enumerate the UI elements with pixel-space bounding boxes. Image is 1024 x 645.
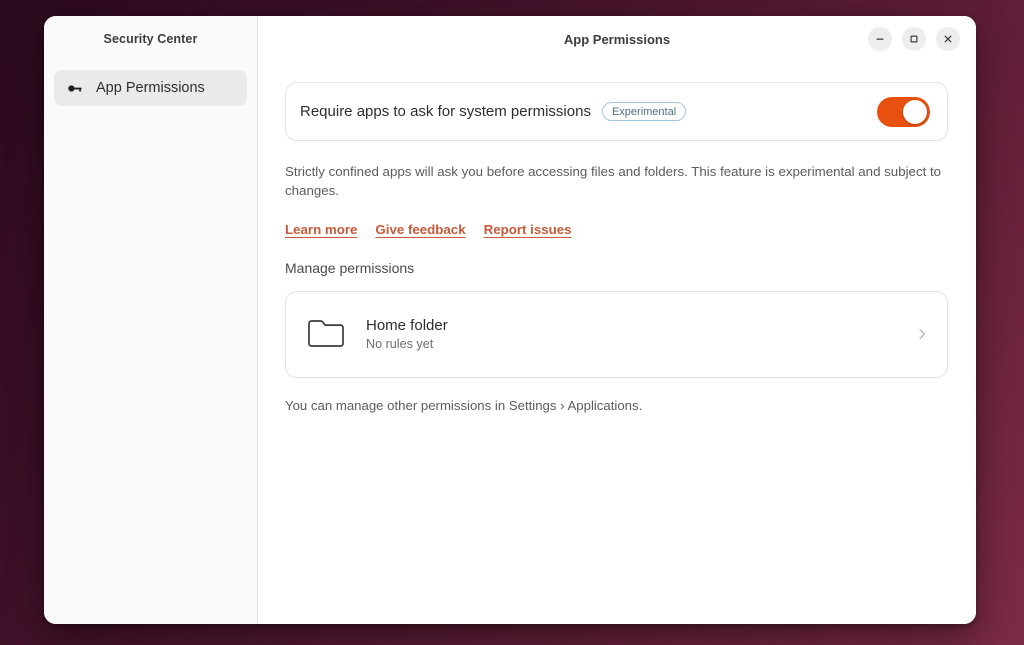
settings-page: Require apps to ask for system permissio…	[258, 62, 976, 413]
close-icon	[944, 35, 952, 43]
app-window: Security Center App Permissions App Perm…	[44, 16, 976, 624]
permission-row-subtitle: No rules yet	[366, 337, 434, 352]
sidebar: Security Center App Permissions	[44, 16, 258, 624]
sidebar-item-label: App Permissions	[96, 80, 205, 96]
minimize-button[interactable]	[868, 27, 892, 51]
sidebar-nav-list: App Permissions	[44, 62, 257, 106]
window-controls	[868, 27, 976, 51]
sidebar-header-title: Security Center	[103, 32, 198, 46]
help-links: Learn more Give feedback Report issues	[285, 222, 948, 237]
close-button[interactable]	[936, 27, 960, 51]
key-icon	[66, 79, 85, 98]
settings-footnote: You can manage other permissions in Sett…	[285, 397, 643, 413]
manage-permissions-label: Manage permissions	[285, 259, 415, 276]
give-feedback-link[interactable]: Give feedback	[375, 222, 465, 237]
switch-knob	[903, 99, 927, 124]
system-permissions-switch[interactable]	[877, 96, 930, 127]
permission-row-home-folder[interactable]: Home folder No rules yet	[285, 290, 948, 378]
system-permissions-toggle-row: Require apps to ask for system permissio…	[285, 82, 948, 141]
titlebar: App Permissions	[258, 16, 976, 62]
content-area: App Permissions Require apps to ask for …	[258, 16, 976, 624]
minimize-icon	[876, 38, 884, 40]
permission-row-title: Home folder	[366, 317, 448, 335]
chevron-right-icon[interactable]	[915, 327, 929, 341]
folder-icon	[303, 317, 349, 351]
toggle-row-label: Require apps to ask for system permissio…	[300, 103, 591, 120]
experimental-badge: Experimental	[601, 102, 687, 121]
learn-more-link[interactable]: Learn more	[285, 222, 357, 237]
maximize-button[interactable]	[902, 27, 926, 51]
sidebar-item-app-permissions[interactable]: App Permissions	[54, 70, 247, 106]
report-issues-link[interactable]: Report issues	[484, 222, 572, 237]
permission-row-text: Home folder No rules yet	[366, 317, 448, 351]
maximize-icon	[910, 35, 918, 43]
feature-description: Strictly confined apps will ask you befo…	[285, 164, 942, 198]
